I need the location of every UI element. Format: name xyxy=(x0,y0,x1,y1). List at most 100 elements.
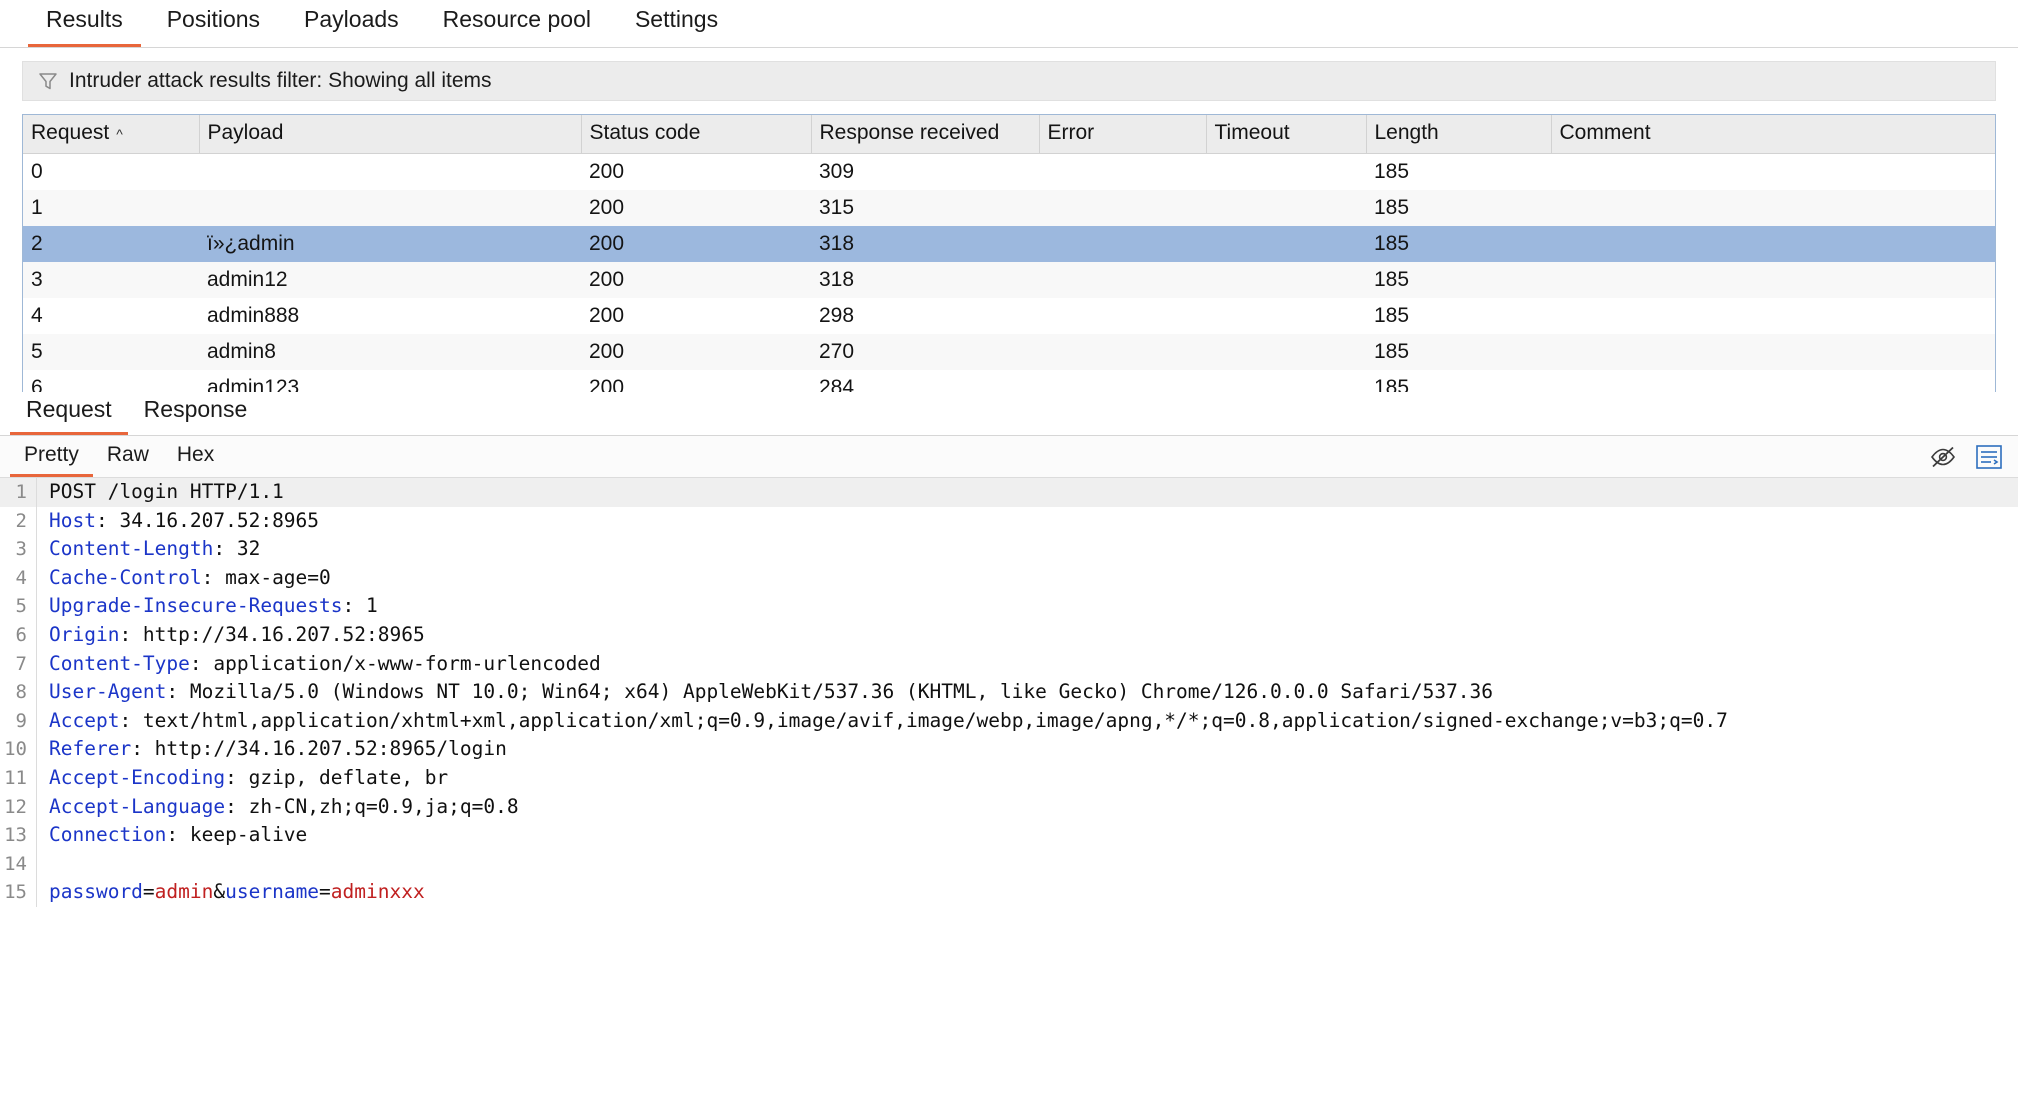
code-token: Accept-Encoding xyxy=(49,765,226,789)
cell-error xyxy=(1039,334,1206,370)
code-line: 11 Accept-Encoding: gzip, deflate, br xyxy=(0,763,2018,793)
column-header-request-label: Request xyxy=(31,120,110,144)
results-filter-bar[interactable]: Intruder attack results filter: Showing … xyxy=(22,61,1996,101)
cell-length: 185 xyxy=(1374,303,1410,327)
tab-positions[interactable]: Positions xyxy=(149,6,278,47)
line-number: 14 xyxy=(4,852,27,875)
results-filter-text: Intruder attack results filter: Showing … xyxy=(69,69,492,92)
code-line-content[interactable]: POST /login HTTP/1.1 xyxy=(36,478,2018,507)
code-line-content[interactable]: password=admin&username=adminxxx xyxy=(36,878,2018,907)
code-token: : http://34.16.207.52:8965/login xyxy=(131,737,507,761)
column-header-error[interactable]: Error xyxy=(1039,115,1207,154)
code-line-content[interactable] xyxy=(36,849,2018,879)
code-line-content[interactable]: Accept-Language: zh-CN,zh;q=0.9,ja;q=0.8 xyxy=(36,792,2018,822)
table-row[interactable]: 2 ï»¿admin 200 318 185 xyxy=(23,225,1995,262)
code-line: 3 Content-Length: 32 xyxy=(0,535,2018,564)
line-wrap-icon[interactable] xyxy=(1974,442,2004,472)
code-token: = xyxy=(142,880,155,904)
cell-request: 5 xyxy=(31,339,43,363)
results-table-header-row: Request ^ Payload Status code Response re… xyxy=(23,115,1995,154)
column-header-comment[interactable]: Comment xyxy=(1551,115,1995,154)
funnel-icon xyxy=(37,70,59,92)
code-token: : application/x-www-form-urlencoded xyxy=(189,651,601,675)
cell-request: 3 xyxy=(31,267,43,291)
line-number: 2 xyxy=(15,509,27,532)
tab-response[interactable]: Response xyxy=(128,396,264,435)
line-number: 5 xyxy=(15,595,27,618)
cell-timeout xyxy=(1206,225,1366,262)
column-header-request[interactable]: Request ^ xyxy=(23,115,200,154)
code-line-content[interactable]: Connection: keep-alive xyxy=(36,821,2018,850)
code-token: Origin xyxy=(49,622,120,646)
cell-response-received: 318 xyxy=(819,267,855,291)
code-token: username xyxy=(225,880,320,904)
code-token: Upgrade-Insecure-Requests xyxy=(49,594,343,618)
hide-eye-icon[interactable] xyxy=(1928,442,1958,472)
request-message-editor[interactable]: 1 POST /login HTTP/1.1 2 Host: 34.16.207.52… xyxy=(0,478,2018,948)
code-token: adminxxx xyxy=(330,880,425,904)
tab-hex[interactable]: Hex xyxy=(163,443,228,477)
cell-status-code: 200 xyxy=(589,339,625,363)
cell-status-code: 200 xyxy=(581,225,811,262)
table-row[interactable]: 4 admin888 200 298 185 xyxy=(23,297,1995,334)
code-token: Referer xyxy=(49,737,132,761)
column-header-length[interactable]: Length xyxy=(1366,115,1552,154)
column-header-status-code[interactable]: Status code xyxy=(581,115,812,154)
cell-comment xyxy=(1551,225,1995,262)
message-view-bar: Pretty Raw Hex xyxy=(0,436,2018,478)
cell-response-received: 270 xyxy=(819,339,855,363)
table-row[interactable]: 5 admin8 200 270 185 xyxy=(23,333,1995,370)
code-token: admin xyxy=(154,880,214,904)
table-row[interactable]: 1 200 315 185 xyxy=(23,189,1995,226)
cell-payload xyxy=(199,153,581,190)
code-token: password xyxy=(49,880,143,904)
cell-payload: admin888 xyxy=(207,303,300,327)
tab-payloads[interactable]: Payloads xyxy=(286,6,417,47)
table-row[interactable]: 3 admin12 200 318 185 xyxy=(23,261,1995,298)
tab-pretty[interactable]: Pretty xyxy=(10,443,93,477)
cell-error xyxy=(1039,153,1206,190)
column-header-response-received[interactable]: Response received xyxy=(811,115,1040,154)
code-line-content[interactable]: Origin: http://34.16.207.52:8965 xyxy=(36,620,2018,650)
message-tab-bar: Request Response xyxy=(0,392,2018,436)
code-token: : zh-CN,zh;q=0.9,ja;q=0.8 xyxy=(225,794,519,818)
results-table-container[interactable]: Request ^ Payload Status code Response re… xyxy=(22,114,1996,392)
cell-status-code: 200 xyxy=(589,303,625,327)
code-line-content[interactable]: Referer: http://34.16.207.52:8965/login xyxy=(36,735,2018,764)
tab-results[interactable]: Results xyxy=(28,6,141,47)
tab-raw[interactable]: Raw xyxy=(93,443,163,477)
code-token: : 1 xyxy=(342,594,378,618)
code-token: Connection xyxy=(49,823,167,847)
code-line-content[interactable]: User-Agent: Mozilla/5.0 (Windows NT 10.0… xyxy=(36,678,2018,707)
code-token: Host xyxy=(49,508,96,532)
code-line-content[interactable]: Accept-Encoding: gzip, deflate, br xyxy=(36,763,2018,793)
cell-error xyxy=(1039,262,1206,298)
line-number: 8 xyxy=(15,681,27,704)
code-line: 2 Host: 34.16.207.52:8965 xyxy=(0,506,2018,536)
code-line-content[interactable]: Content-Type: application/x-www-form-url… xyxy=(36,649,2018,679)
column-header-payload[interactable]: Payload xyxy=(199,115,582,154)
cell-payload: admin12 xyxy=(207,267,288,291)
code-token: Content-Type xyxy=(49,651,190,675)
code-line-content[interactable]: Content-Length: 32 xyxy=(36,535,2018,564)
table-row[interactable]: 0 200 309 185 xyxy=(23,153,1995,190)
tab-request[interactable]: Request xyxy=(10,396,128,435)
code-line-content[interactable]: Cache-Control: max-age=0 xyxy=(36,563,2018,593)
cell-timeout xyxy=(1206,153,1366,190)
line-number: 10 xyxy=(4,738,27,761)
cell-response-received: 298 xyxy=(819,303,855,327)
cell-request: 0 xyxy=(31,159,43,183)
line-number: 15 xyxy=(4,881,27,904)
code-line-content[interactable]: Accept: text/html,application/xhtml+xml,… xyxy=(36,706,2018,736)
message-view-actions xyxy=(1928,442,2004,477)
code-line-content[interactable]: Upgrade-Insecure-Requests: 1 xyxy=(36,592,2018,621)
cell-response-received: 284 xyxy=(819,375,855,393)
column-header-timeout[interactable]: Timeout xyxy=(1206,115,1367,154)
cell-comment xyxy=(1551,298,1995,334)
code-line-content[interactable]: Host: 34.16.207.52:8965 xyxy=(36,506,2018,536)
tab-resource-pool[interactable]: Resource pool xyxy=(425,6,609,47)
results-table-body: 0 200 309 185 1 200 315 185 2 ï»¿admin 200 318 185 3 a… xyxy=(23,153,1995,392)
table-row[interactable]: 6 admin123 200 284 185 xyxy=(23,369,1995,393)
tab-settings[interactable]: Settings xyxy=(617,6,736,47)
cell-length: 185 xyxy=(1374,339,1410,363)
